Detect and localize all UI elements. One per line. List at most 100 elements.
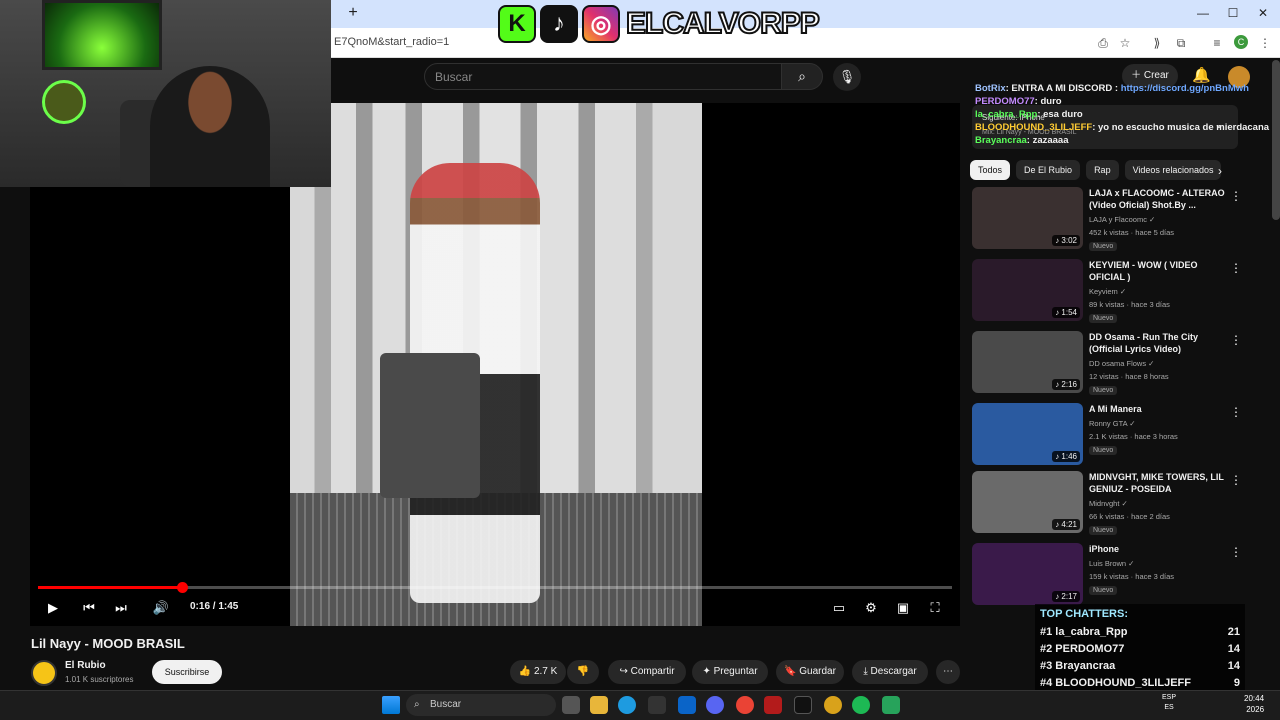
rec-title[interactable]: iPhone	[1089, 543, 1229, 555]
spotify-icon[interactable]	[852, 696, 870, 714]
chip-2[interactable]: Rap	[1086, 160, 1119, 180]
new-tab-button[interactable]: +	[344, 4, 362, 22]
rec-title[interactable]: A Mi Manera	[1089, 403, 1229, 415]
app-icon[interactable]	[764, 696, 782, 714]
minimize-button[interactable]: —	[1192, 4, 1214, 22]
new-badge: Nuevo	[1089, 314, 1118, 323]
share-button[interactable]: ↪ Compartir	[608, 660, 686, 684]
url-text[interactable]: E7QnoM&start_radio=1	[334, 36, 449, 48]
game-icon[interactable]	[882, 696, 900, 714]
clock[interactable]: 20:44 2026	[1244, 693, 1264, 715]
media-icon[interactable]: ≡	[1208, 34, 1226, 52]
more-icon[interactable]: ⋮	[1230, 189, 1242, 203]
rec-channel[interactable]: Luis Brown ✓	[1089, 559, 1134, 568]
more-icon[interactable]: ⋮	[1230, 473, 1242, 487]
recommendation-item[interactable]: ♪ 1:54 KEYVIEM - WOW ( VIDEO OFICIAL ) Key…	[972, 259, 1262, 325]
play-icon[interactable]: ▶	[44, 599, 62, 617]
rec-channel[interactable]: Keyviem ✓	[1089, 287, 1126, 296]
theater-icon[interactable]: ▣	[894, 599, 912, 617]
install-icon[interactable]: ⎙	[1094, 34, 1112, 52]
chat-user: Brayancraa	[975, 135, 1027, 146]
more-icon[interactable]: ⋮	[1230, 405, 1242, 419]
chat-text: : yo no escucho musica de mierdacana	[1092, 122, 1270, 133]
rec-channel[interactable]: Midnvght ✓	[1089, 499, 1128, 508]
close-window-button[interactable]: ✕	[1252, 4, 1274, 22]
clock-date: 2026	[1246, 705, 1265, 714]
recommendation-item[interactable]: ♪ 2:16 DD Osama - Run The City (Official …	[972, 331, 1262, 397]
channel-name[interactable]: El Rubio	[65, 660, 106, 671]
video-thumbnail[interactable]: ♪ 2:17	[972, 543, 1083, 605]
rec-title[interactable]: KEYVIEM - WOW ( VIDEO OFICIAL )	[1089, 259, 1229, 283]
ask-button[interactable]: ✦ Preguntar	[692, 660, 768, 684]
extension-icon[interactable]: ⟫	[1148, 34, 1166, 52]
recommendation-item[interactable]: ♪ 3:02 LAJA x FLACOOMC - ALTERAO (Video O…	[972, 187, 1262, 253]
video-thumbnail[interactable]: ♪ 2:16	[972, 331, 1083, 393]
duration-badge: ♪ 1:46	[1052, 451, 1080, 462]
menu-icon[interactable]: ⋮	[1256, 34, 1274, 52]
new-badge: Nuevo	[1089, 526, 1118, 535]
video-frame[interactable]	[290, 103, 702, 626]
video-thumbnail[interactable]: ♪ 3:02	[972, 187, 1083, 249]
save-button[interactable]: 🔖 Guardar	[776, 660, 844, 684]
recommendation-item[interactable]: ♪ 2:17 iPhone Luis Brown ✓ 159 k vistas · h…	[972, 543, 1262, 609]
chip-0[interactable]: Todos	[970, 160, 1011, 180]
rec-title[interactable]: MIDNVGHT, MIKE TOWERS, LIL GENIUZ - POSE…	[1089, 471, 1229, 495]
maximize-button[interactable]: ☐	[1222, 4, 1244, 22]
video-thumbnail[interactable]: ♪ 1:54	[972, 259, 1083, 321]
rec-title[interactable]: DD Osama - Run The City (Official Lyrics…	[1089, 331, 1229, 355]
mic-icon[interactable]: 🎙	[833, 63, 861, 91]
chrome-icon[interactable]	[736, 696, 754, 714]
captions-icon[interactable]: ▭	[830, 599, 848, 617]
scrollbar[interactable]	[1272, 60, 1280, 220]
subscribe-button[interactable]: Suscribirse	[152, 660, 222, 684]
chip-3[interactable]: Videos relacionados	[1124, 160, 1222, 180]
edge-icon[interactable]	[618, 696, 636, 714]
download-label: Descargar	[870, 666, 917, 677]
terminal-icon[interactable]	[794, 696, 812, 714]
chevron-right-icon[interactable]: ›	[1218, 164, 1222, 178]
rec-channel[interactable]: Ronny GTA ✓	[1089, 419, 1136, 428]
rec-channel[interactable]: LAJA y Flacoomc ✓	[1089, 215, 1155, 224]
discord-icon[interactable]	[706, 696, 724, 714]
file-explorer-icon[interactable]	[590, 696, 608, 714]
kick-logo-icon: K	[498, 5, 536, 43]
more-icon[interactable]: ⋮	[1230, 545, 1242, 559]
previous-icon[interactable]: ⏮	[80, 599, 98, 617]
outlook-icon[interactable]	[678, 696, 696, 714]
download-button[interactable]: ⤓ Descargar	[852, 660, 928, 684]
recommendation-item[interactable]: ♪ 4:21 MIDNVGHT, MIKE TOWERS, LIL GENIUZ …	[972, 471, 1262, 537]
channel-avatar[interactable]	[31, 660, 57, 686]
subscriber-count: 1.01 K suscriptores	[65, 675, 134, 684]
create-label: Crear	[1143, 70, 1169, 81]
rec-meta: 2.1 K vistas · hace 3 horas	[1089, 432, 1178, 441]
fullscreen-icon[interactable]: ⛶	[926, 599, 944, 617]
profile-avatar[interactable]: C	[1234, 35, 1248, 49]
more-icon[interactable]: ⋮	[1230, 333, 1242, 347]
more-actions-button[interactable]: ⋯	[936, 660, 960, 684]
taskbar-search[interactable]: ⌕ Buscar	[406, 694, 556, 716]
duration-badge: ♪ 4:21	[1052, 519, 1080, 530]
bookmark-star-icon[interactable]: ☆	[1116, 34, 1134, 52]
store-icon[interactable]	[648, 696, 666, 714]
video-thumbnail[interactable]: ♪ 4:21	[972, 471, 1083, 533]
search-input[interactable]: Buscar	[424, 63, 782, 90]
more-icon[interactable]: ⋮	[1230, 261, 1242, 275]
recommendation-item[interactable]: ♪ 1:46 A Mi Manera Ronny GTA ✓ 2.1 K vistas…	[972, 403, 1262, 469]
windows-start-icon[interactable]	[382, 696, 400, 714]
like-button[interactable]: 👍 2.7 K	[510, 660, 566, 684]
language-indicator[interactable]: ESP ES	[1162, 693, 1176, 713]
rec-title[interactable]: LAJA x FLACOOMC - ALTERAO (Video Oficial…	[1089, 187, 1229, 211]
chip-1[interactable]: De El Rubio	[1016, 160, 1081, 180]
rec-channel[interactable]: DD osama Flows ✓	[1089, 359, 1154, 368]
coin-app-icon[interactable]	[824, 696, 842, 714]
settings-icon[interactable]: ⚙	[862, 599, 880, 617]
task-view-icon[interactable]	[562, 696, 580, 714]
video-thumbnail[interactable]: ♪ 1:46	[972, 403, 1083, 465]
volume-icon[interactable]: 🔊	[152, 599, 170, 617]
chat-link[interactable]: https://discord.gg/pnBnMwh	[1121, 83, 1249, 94]
lang-top: ESP	[1162, 694, 1177, 701]
search-icon[interactable]: ⌕	[781, 63, 823, 90]
puzzle-icon[interactable]: ⧉	[1172, 34, 1190, 52]
next-icon[interactable]: ⏭	[112, 599, 130, 617]
dislike-button[interactable]: 👎	[567, 660, 599, 684]
